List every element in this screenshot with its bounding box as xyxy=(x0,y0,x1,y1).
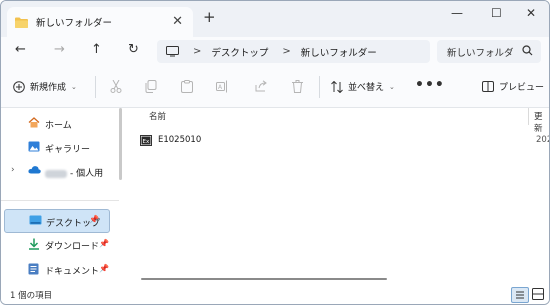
onedrive-icon xyxy=(28,166,41,174)
search-input[interactable]: 新しいフォルダ xyxy=(447,45,514,59)
toolbar-divider xyxy=(95,76,96,98)
sort-button[interactable]: 並べ替え ⌄ xyxy=(331,80,395,93)
sidebar-item-label: ドキュメント xyxy=(45,267,100,277)
sort-icon xyxy=(331,80,343,93)
more-options-button[interactable]: ••• xyxy=(415,77,445,93)
toolbar-divider xyxy=(319,76,320,98)
paste-icon[interactable] xyxy=(181,80,193,93)
new-item-label: 新規作成 xyxy=(30,83,67,93)
file-row[interactable]: Ex E1025010 xyxy=(137,132,537,148)
desktop-icon xyxy=(29,215,42,225)
column-header-date[interactable]: 更新 xyxy=(534,110,549,134)
tab-close-button[interactable]: ✕ xyxy=(172,15,183,28)
chevron-down-icon: ⌄ xyxy=(389,82,395,91)
details-view-button[interactable] xyxy=(511,287,529,303)
new-tab-button[interactable]: + xyxy=(203,10,216,25)
sidebar-item-label: ホーム xyxy=(45,121,72,131)
maximize-button[interactable]: ☐ xyxy=(491,6,502,20)
file-list: 名前 更新 Ex E1025010 2025 xyxy=(123,108,549,285)
title-bar: 新しいフォルダー ✕ + — ☐ ✕ xyxy=(1,1,549,37)
address-bar[interactable]: > デスクトップ > 新しいフォルダー xyxy=(157,40,430,63)
shortcut-file-icon: Ex xyxy=(140,134,152,146)
add-icon xyxy=(13,80,25,93)
breadcrumb-desktop[interactable]: デスクトップ xyxy=(211,45,268,59)
column-divider[interactable] xyxy=(528,108,529,125)
refresh-button[interactable]: ↻ xyxy=(128,43,139,57)
chevron-down-icon: ⌄ xyxy=(71,82,77,91)
computer-icon xyxy=(166,46,179,57)
minimize-button[interactable]: — xyxy=(451,6,463,20)
preview-label: プレビュー xyxy=(499,83,545,93)
file-explorer-window: 新しいフォルダー ✕ + — ☐ ✕ ← → ↑ ↻ > デスクトップ > 新し… xyxy=(0,0,550,305)
copy-icon[interactable] xyxy=(145,80,157,93)
sidebar-item-home[interactable]: ホーム xyxy=(1,113,119,133)
delete-icon[interactable] xyxy=(292,80,303,93)
status-bar: 1 個の項目 xyxy=(1,286,549,304)
tab-title: 新しいフォルダー xyxy=(36,18,113,29)
up-button[interactable]: ↑ xyxy=(91,43,102,57)
sidebar-item-label: ギャラリー xyxy=(45,145,91,155)
item-count: 1 個の項目 xyxy=(10,291,53,301)
sidebar-item-documents[interactable]: ドキュメント 📌 xyxy=(1,259,119,279)
rename-icon[interactable]: A xyxy=(216,80,229,93)
folder-icon xyxy=(15,17,28,28)
file-date: 2025 xyxy=(536,135,549,145)
sidebar-scrollbar[interactable] xyxy=(119,108,122,180)
horizontal-scrollbar[interactable] xyxy=(141,278,387,280)
sidebar-item-onedrive[interactable]: › - 個人用 xyxy=(1,161,119,181)
redacted-name xyxy=(45,169,67,178)
back-button[interactable]: ← xyxy=(15,43,26,57)
navigation-pane: ホーム ギャラリー › - 個人用 デスクトップ 📌 ダウンロード 📌 ドキュメ… xyxy=(1,108,119,285)
search-icon xyxy=(522,45,533,56)
sidebar-item-desktop[interactable]: デスクトップ 📌 xyxy=(4,209,110,233)
sidebar-item-label: ダウンロード xyxy=(45,242,100,252)
cut-icon[interactable] xyxy=(110,80,122,93)
sidebar-item-downloads[interactable]: ダウンロード 📌 xyxy=(1,234,119,254)
download-icon xyxy=(29,238,39,250)
preview-pane-icon xyxy=(482,81,494,92)
pin-icon[interactable]: 📌 xyxy=(99,239,109,248)
sidebar-item-gallery[interactable]: ギャラリー xyxy=(1,137,119,157)
share-icon[interactable] xyxy=(255,80,268,92)
onedrive-label: - 個人用 xyxy=(70,169,104,179)
command-bar: 新規作成 ⌄ A 並べ替え ⌄ ••• プレビュー xyxy=(1,67,549,108)
gallery-icon xyxy=(28,141,40,152)
details-view-icon xyxy=(516,291,524,299)
documents-icon xyxy=(28,263,39,275)
pin-icon[interactable]: 📌 xyxy=(99,264,109,273)
expand-chevron-icon[interactable]: › xyxy=(11,165,15,175)
home-icon xyxy=(28,117,40,128)
search-box[interactable]: 新しいフォルダ xyxy=(437,40,541,63)
breadcrumb-separator: > xyxy=(193,46,202,57)
file-name: E1025010 xyxy=(158,135,202,145)
navigation-bar: ← → ↑ ↻ > デスクトップ > 新しいフォルダー 新しいフォルダ xyxy=(1,37,549,67)
svg-text:Ex: Ex xyxy=(143,139,150,145)
pin-icon[interactable]: 📌 xyxy=(89,215,99,224)
sort-label: 並べ替え xyxy=(348,83,385,93)
forward-button[interactable]: → xyxy=(54,43,65,57)
tab-current-folder[interactable]: 新しいフォルダー ✕ xyxy=(7,7,193,37)
column-header-name[interactable]: 名前 xyxy=(149,110,166,122)
svg-text:A: A xyxy=(218,84,223,91)
breadcrumb-separator: > xyxy=(282,46,291,57)
sidebar-item-label: - 個人用 xyxy=(45,166,103,179)
new-item-button[interactable]: 新規作成 ⌄ xyxy=(13,80,77,93)
close-button[interactable]: ✕ xyxy=(526,6,536,20)
large-icons-view-icon[interactable] xyxy=(532,288,544,300)
breadcrumb-new-folder[interactable]: 新しいフォルダー xyxy=(301,45,377,59)
sidebar-divider xyxy=(1,200,119,201)
preview-pane-button[interactable]: プレビュー xyxy=(482,80,544,93)
